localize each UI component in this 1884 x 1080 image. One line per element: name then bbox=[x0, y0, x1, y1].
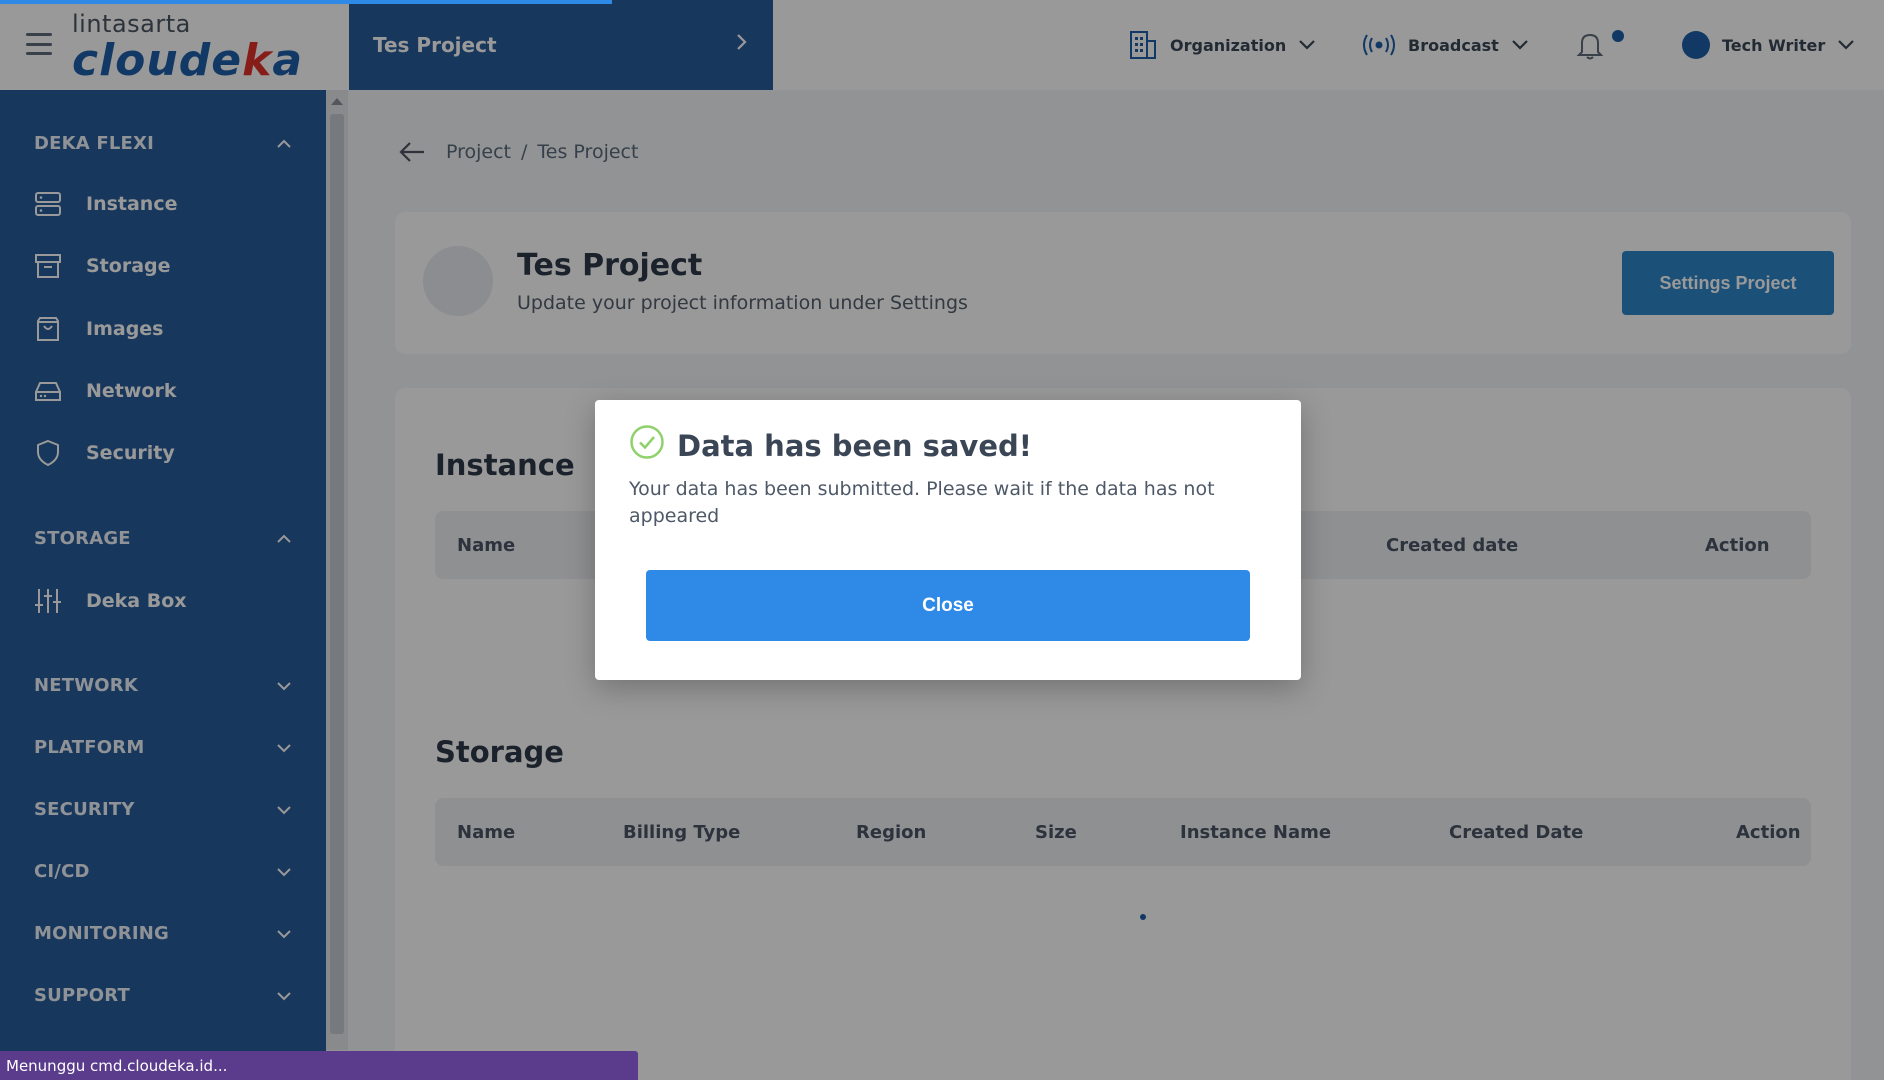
success-dialog: Data has been saved! Your data has been … bbox=[595, 400, 1301, 680]
browser-status-bar: Menunggu cmd.cloudeka.id... bbox=[0, 1051, 638, 1080]
dialog-title-text: Data has been saved! bbox=[677, 428, 1032, 463]
dialog-title: Data has been saved! bbox=[629, 424, 1032, 467]
page-load-progress bbox=[0, 0, 613, 4]
close-button[interactable]: Close bbox=[646, 570, 1250, 641]
dialog-message: Your data has been submitted. Please wai… bbox=[629, 478, 1215, 527]
check-circle-icon bbox=[629, 424, 665, 467]
